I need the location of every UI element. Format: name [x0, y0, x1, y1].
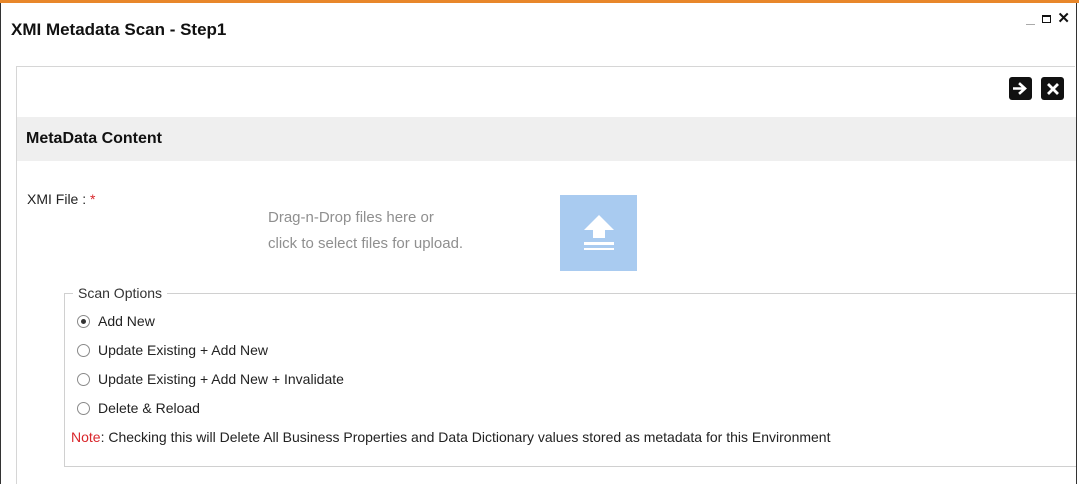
maximize-icon[interactable]	[1042, 15, 1052, 23]
option-label: Update Existing + Add New + Invalidate	[98, 371, 344, 387]
option-add-new[interactable]: Add New	[77, 313, 155, 329]
window-close-icon[interactable]: ✕	[1057, 11, 1070, 26]
option-label: Add New	[98, 313, 155, 329]
radio-add-new[interactable]	[77, 314, 90, 328]
panel-toolbar	[1009, 77, 1064, 100]
xmi-file-label-text: XMI File :	[27, 191, 91, 207]
upload-button[interactable]	[560, 195, 637, 271]
close-icon	[1046, 82, 1059, 95]
window-title: XMI Metadata Scan - Step1	[11, 20, 227, 39]
close-button[interactable]	[1041, 77, 1064, 100]
radio-delete-reload[interactable]	[77, 401, 90, 415]
drop-text-line2: click to select files for upload.	[268, 235, 464, 252]
radio-update-existing-add-new-invalidate[interactable]	[77, 372, 90, 386]
scan-options-group: Scan Options Add New Update Existing + A…	[64, 285, 1076, 467]
xmi-file-label: XMI File : *	[27, 191, 95, 207]
option-label: Delete & Reload	[98, 400, 200, 416]
section-title: MetaData Content	[26, 130, 163, 147]
dialog-window: XMI Metadata Scan - Step1 ✕ MetaData Con…	[0, 3, 1077, 484]
option-label: Update Existing + Add New	[98, 342, 269, 358]
scan-note: Note: Checking this will Delete All Busi…	[71, 429, 830, 445]
window-controls: ✕	[1026, 11, 1070, 26]
option-update-existing-add-new[interactable]: Update Existing + Add New	[77, 342, 268, 358]
radio-update-existing-add-new[interactable]	[77, 343, 90, 357]
arrow-right-icon	[1013, 82, 1027, 95]
option-delete-reload[interactable]: Delete & Reload	[77, 400, 200, 416]
upload-icon	[583, 215, 614, 250]
note-text: : Checking this will Delete All Business…	[100, 429, 831, 445]
file-drop-zone[interactable]: Drag-n-Drop files here or click to selec…	[268, 205, 463, 257]
next-button[interactable]	[1009, 77, 1032, 100]
minimize-icon[interactable]	[1026, 13, 1036, 25]
drop-text-line1: Drag-n-Drop files here or	[268, 209, 434, 226]
note-label: Note	[71, 429, 101, 445]
required-mark: *	[90, 191, 96, 207]
scan-options-legend: Scan Options	[73, 285, 168, 301]
option-update-existing-add-new-invalidate[interactable]: Update Existing + Add New + Invalidate	[77, 371, 344, 387]
content-panel: MetaData Content XMI File : * Drag-n-Dro…	[16, 66, 1076, 484]
section-header: MetaData Content	[17, 117, 1076, 161]
